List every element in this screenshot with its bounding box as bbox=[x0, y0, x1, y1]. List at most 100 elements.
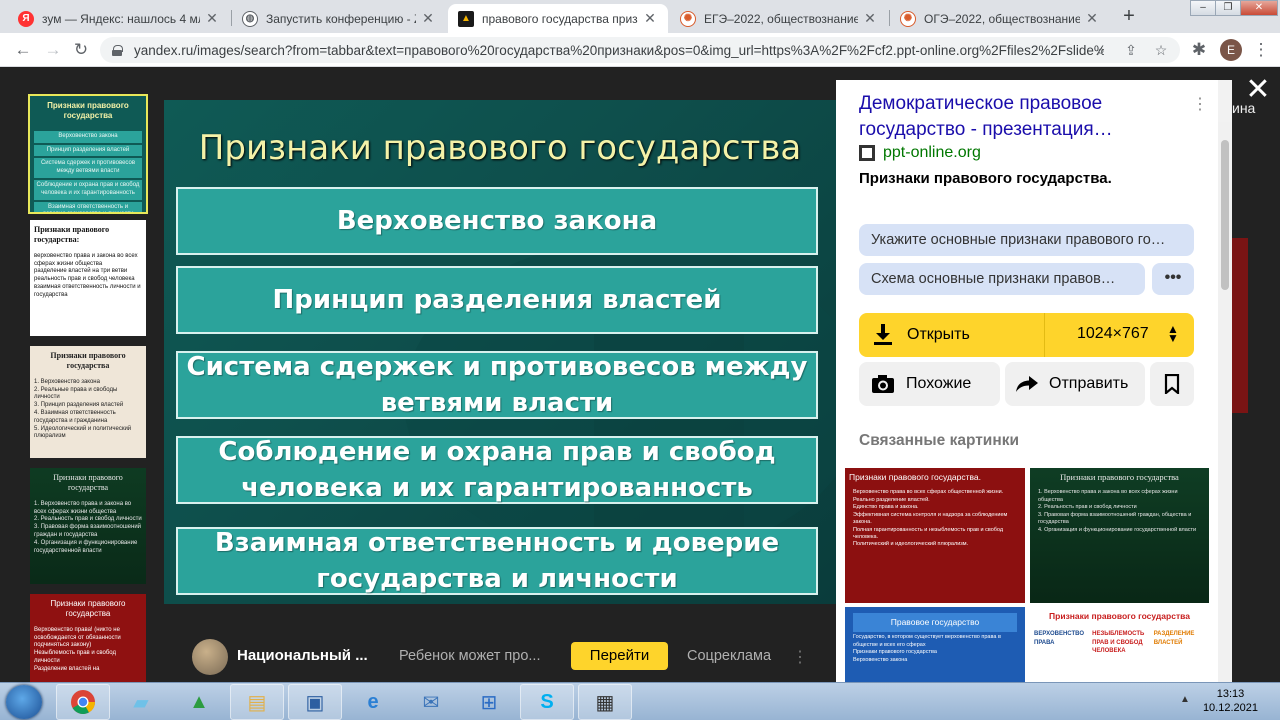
button-divider bbox=[1044, 313, 1045, 357]
back-button[interactable]: ← bbox=[12, 39, 34, 61]
close-tab-icon[interactable]: ✕ bbox=[642, 10, 658, 27]
address-bar[interactable]: yandex.ru/images/search?from=tabbar&text… bbox=[100, 37, 1180, 63]
ad-go-button[interactable]: Перейти bbox=[571, 642, 668, 670]
similar-label: Похожие bbox=[906, 375, 972, 392]
related-image-line: 2. Реальность прав и свобод личности bbox=[1038, 504, 1137, 511]
related-image-3[interactable]: Правовое государство Государство, в кото… bbox=[845, 607, 1025, 684]
zoom-icon[interactable]: ⌕ bbox=[1092, 41, 1110, 59]
thumbnail-line: 4. Взаимная ответственность государства … bbox=[34, 409, 116, 424]
ad-text[interactable]: Ребенок может про... bbox=[399, 648, 540, 664]
thumbnail-line: 3. Принцип разделения властей bbox=[34, 402, 124, 409]
related-image-line: Эффективная система контроля и надзора з… bbox=[853, 511, 1008, 526]
explorer-taskbar-icon[interactable]: ▤ bbox=[230, 684, 284, 720]
related-images-title: Связанные картинки bbox=[859, 432, 1019, 449]
share-button[interactable]: Отправить bbox=[1005, 362, 1145, 406]
clock-time: 13:13 bbox=[1216, 688, 1245, 700]
thumbnail-2[interactable]: Признаки правового государства: верховен… bbox=[30, 220, 146, 336]
green-app-taskbar-icon[interactable]: ▲ bbox=[172, 684, 226, 720]
open-image-button[interactable]: Открыть 1024×767 ▲ ▼ bbox=[859, 313, 1194, 357]
thumbnail-line: 2. Реальные права и свободы личности bbox=[34, 386, 118, 401]
thumbnail-line: Разделение властей на bbox=[34, 665, 100, 672]
clock-date: 10.12.2021 bbox=[1202, 702, 1258, 714]
save-bookmark-button[interactable] bbox=[1150, 362, 1194, 406]
maximize-button[interactable]: ❐ bbox=[1215, 0, 1241, 16]
source-link[interactable]: ppt-online.org bbox=[859, 144, 981, 162]
url-text[interactable]: yandex.ru/images/search?from=tabbar&text… bbox=[134, 43, 1104, 58]
more-options-icon[interactable]: ⋮ bbox=[1192, 94, 1208, 114]
extensions-icon[interactable]: ✱ bbox=[1188, 39, 1210, 61]
main-slide-image[interactable]: Признаки правового государства Верховенс… bbox=[164, 100, 836, 604]
thumbnail-line: Принцип разделения властей bbox=[34, 144, 142, 157]
open-label: Открыть bbox=[907, 326, 970, 343]
thumbnail-title: Признаки правового государства bbox=[50, 599, 126, 619]
minimize-button[interactable]: – bbox=[1190, 0, 1216, 16]
slide-item-3: Система сдержек и противовесов между вет… bbox=[176, 351, 818, 419]
panel-scrollbar[interactable] bbox=[1218, 122, 1232, 684]
thumbnail-line: 1. Верховенство закона bbox=[34, 378, 100, 385]
ad-title[interactable]: Национальный ... bbox=[237, 647, 368, 664]
tab-oge[interactable]: ✺ ОГЭ–2022, обществознание: за ✕ bbox=[890, 4, 1110, 33]
profile-avatar[interactable]: E bbox=[1220, 39, 1242, 61]
scrollbar-thumb[interactable] bbox=[1221, 140, 1229, 290]
related-image-2[interactable]: Признаки правового государства 1. Верхов… bbox=[1030, 468, 1209, 603]
close-tab-icon[interactable]: ✕ bbox=[1084, 10, 1100, 27]
related-image-line: 3. Правовая форма взаимоотношений гражда… bbox=[1038, 511, 1192, 526]
notes-taskbar-icon[interactable]: ▰ bbox=[114, 684, 168, 720]
presentation-taskbar-icon[interactable]: ▣ bbox=[288, 684, 342, 720]
ad-avatar[interactable] bbox=[192, 639, 228, 675]
internet-explorer-taskbar-icon[interactable]: e bbox=[346, 684, 400, 720]
reload-button[interactable]: ↻ bbox=[70, 39, 92, 61]
system-clock[interactable]: 13:13 10.12.2021 bbox=[1203, 687, 1258, 715]
thumbnail-line: реальность прав и свобод человека bbox=[34, 276, 135, 283]
slide-item-2: Принцип разделения властей bbox=[176, 266, 818, 334]
source-domain[interactable]: ppt-online.org bbox=[883, 144, 981, 162]
close-tab-icon[interactable]: ✕ bbox=[420, 10, 436, 27]
related-image-line: РАЗДЕЛЕНИЕ ВЛАСТЕЙ bbox=[1153, 631, 1195, 646]
tab-zoom[interactable]: ◍ Запустить конференцию - Zoo ✕ bbox=[232, 4, 446, 33]
thumbnail-line: Соблюдение и охрана прав и свобод челове… bbox=[34, 179, 142, 200]
start-button[interactable] bbox=[6, 685, 42, 719]
similar-button[interactable]: Похожие bbox=[859, 362, 1000, 406]
bookmark-icon bbox=[1164, 374, 1180, 394]
close-tab-icon[interactable]: ✕ bbox=[204, 10, 220, 27]
reshu-icon: ✺ bbox=[900, 10, 916, 27]
bookmark-star-icon[interactable]: ☆ bbox=[1152, 41, 1170, 59]
close-tab-icon[interactable]: ✕ bbox=[862, 10, 878, 27]
lock-icon bbox=[112, 44, 123, 56]
chrome-taskbar-icon[interactable] bbox=[56, 684, 110, 720]
related-query-2[interactable]: Схема основные признаки правов… bbox=[859, 263, 1145, 295]
tab-active-search[interactable]: ▲ правового государства призна ✕ bbox=[448, 4, 668, 33]
menu-icon[interactable]: ⋮ bbox=[1250, 39, 1272, 61]
related-image-4[interactable]: Признаки правового государства ВЕРХОВЕНС… bbox=[1030, 607, 1209, 684]
related-query-1[interactable]: Укажите основные признаки правового го… bbox=[859, 224, 1194, 256]
source-page-title[interactable]: Демократическое правовое государство - п… bbox=[859, 91, 1179, 143]
related-image-1[interactable]: Признаки правового государства. Верховен… bbox=[845, 468, 1025, 603]
thumbnail-5[interactable]: Признаки правового государства Верховенс… bbox=[30, 594, 146, 682]
ad-label: Соцреклама bbox=[687, 648, 772, 664]
forward-button[interactable]: → bbox=[42, 39, 64, 61]
skype-taskbar-icon[interactable]: S bbox=[520, 684, 574, 720]
thumbnail-line: Верховенство закона bbox=[34, 130, 142, 143]
tab-title: зум — Яндекс: нашлось 4 млн р bbox=[42, 11, 200, 26]
tab-title: Запустить конференцию - Zoo bbox=[266, 11, 416, 26]
ad-more-icon[interactable]: ⋮ bbox=[792, 647, 808, 667]
related-image-line: 4. Организация и функционирование госуда… bbox=[1038, 526, 1197, 533]
window-close-button[interactable]: ✕ bbox=[1240, 0, 1278, 16]
thumbnail-3[interactable]: Признаки правового государства 1. Верхов… bbox=[30, 346, 146, 458]
new-tab-button[interactable]: + bbox=[1118, 5, 1140, 27]
thumbnail-4[interactable]: Признаки правового государства 1. Верхов… bbox=[30, 468, 146, 584]
thumbnail-line: верховенство права и закона во всех сфер… bbox=[34, 252, 138, 267]
related-image-line: Полная гарантированность и незыблемость … bbox=[853, 526, 1004, 540]
tab-yandex-search[interactable]: Я зум — Яндекс: нашлось 4 млн р ✕ bbox=[8, 4, 230, 33]
size-select[interactable]: 1024×767 bbox=[1077, 325, 1149, 343]
thumbnail-1[interactable]: Признаки правового государства Верховенс… bbox=[28, 94, 148, 214]
mail-taskbar-icon[interactable]: ✉ bbox=[404, 684, 458, 720]
size-toggle-icon[interactable]: ▲ ▼ bbox=[1167, 323, 1179, 344]
network-taskbar-icon[interactable]: ⊞ bbox=[462, 684, 516, 720]
more-queries-button[interactable]: ••• bbox=[1152, 263, 1194, 295]
share-icon[interactable]: ⇪ bbox=[1122, 41, 1140, 59]
tab-title: правового государства призна bbox=[482, 11, 638, 26]
tab-ege[interactable]: ✺ ЕГЭ–2022, обществознание: за ✕ bbox=[670, 4, 888, 33]
calculator-taskbar-icon[interactable]: ▦ bbox=[578, 684, 632, 720]
tray-expand-icon[interactable]: ▲ bbox=[1180, 694, 1190, 705]
